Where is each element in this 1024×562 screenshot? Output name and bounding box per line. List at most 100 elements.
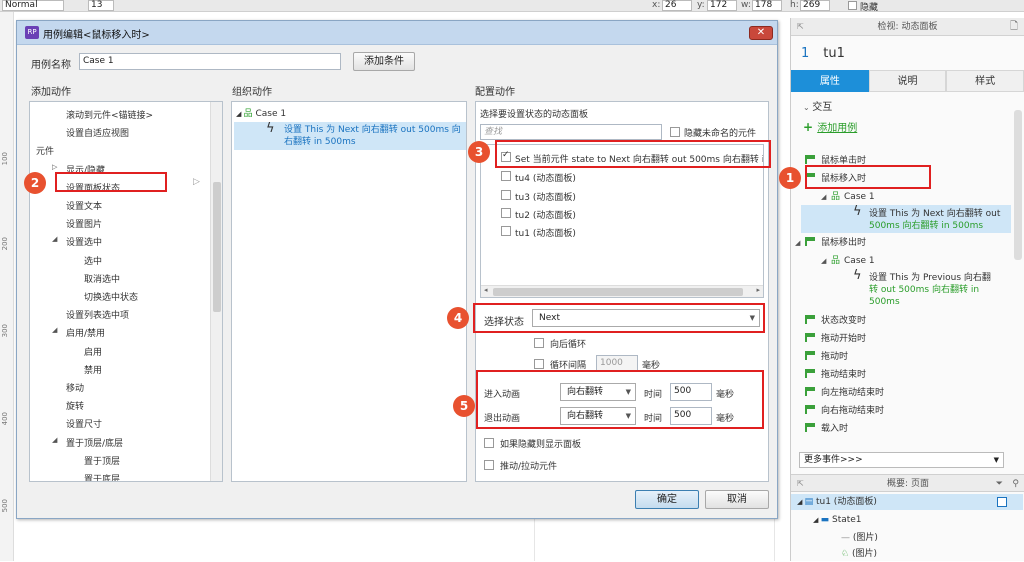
more-events-select[interactable]: 更多事件>>> ▼ [799, 452, 1004, 468]
event-drag[interactable]: 拖动时 [805, 348, 1024, 366]
panel-search-input[interactable]: 查找 [480, 124, 662, 140]
y-input[interactable]: 172 [707, 0, 737, 11]
push-pull-checkbox[interactable] [484, 460, 494, 470]
case-1-leave[interactable]: ◢ 品 Case 1 [821, 252, 1024, 270]
action-tree-item[interactable]: ◢元件 [36, 144, 54, 157]
action-tree-item[interactable]: 设置图片 [66, 217, 102, 230]
expand-icon[interactable]: ◢ [52, 326, 57, 334]
collapsed-icon[interactable]: ▷ [52, 163, 57, 171]
dialog-titlebar[interactable]: RP 用例编辑<鼠标移入时> ✕ [17, 21, 777, 45]
loop-interval-input[interactable]: 1000 [596, 355, 638, 371]
horizontal-scrollbar[interactable]: ◂ ▸ [481, 285, 763, 297]
case-name-input[interactable]: Case 1 [79, 53, 341, 70]
hide-unnamed-checkbox[interactable] [670, 127, 680, 137]
add-condition-button[interactable]: 添加条件 [353, 52, 415, 71]
action-tree-label: 设置文本 [66, 202, 103, 212]
show-if-hidden-checkbox[interactable] [484, 438, 494, 448]
outline-item-image[interactable]: — (图片) [841, 530, 878, 546]
push-pull-label: 推动/拉动元件 [500, 462, 558, 472]
action-tree-label: 置于顶层 [84, 456, 121, 467]
scroll-right-icon[interactable]: ▸ [756, 286, 760, 294]
outline-item-tu1[interactable]: ◢ ▤ tu1 (动态面板) [797, 494, 877, 510]
action-tree-item[interactable]: 滚动到元件<锚链接> [66, 108, 153, 121]
action-tree-label: 元件 [36, 147, 55, 158]
action-tree-item[interactable]: 设置文本 [66, 199, 102, 212]
event-state-change[interactable]: 状态改变时 [805, 312, 1024, 330]
case-node[interactable]: ◢ 品 Case 1 [236, 106, 286, 119]
outline-visibility-icon[interactable] [997, 497, 1007, 507]
case-tree-icon: 品 [831, 256, 841, 266]
action-tree-item[interactable]: 置于顶层 [84, 454, 120, 467]
outline-item-image[interactable]: ♘ (图片) [841, 546, 877, 562]
design-canvas[interactable] [14, 519, 790, 561]
expand-icon[interactable]: ◢ [52, 436, 57, 444]
flag-icon [805, 155, 815, 164]
hide-checkbox[interactable] [848, 1, 857, 10]
action-tree-item[interactable]: ◢ 置于顶层/底层 [52, 436, 123, 449]
action-tree-item[interactable]: 切换选中状态 [84, 290, 138, 303]
organized-action[interactable]: 设置 This 为 Next 向右翻转 out 500ms 向右翻转 in 50… [284, 124, 461, 148]
action-tree-item[interactable]: 取消选中 [84, 272, 120, 285]
event-drag-start[interactable]: 拖动开始时 [805, 330, 1024, 348]
action-tree-item[interactable]: 置于底层 [84, 472, 120, 481]
widget-name[interactable]: tu1 [823, 46, 845, 61]
close-button[interactable]: ✕ [749, 26, 773, 40]
action-tree-item[interactable]: 设置尺寸 [66, 417, 102, 430]
panel-checkbox[interactable] [501, 226, 511, 236]
action-1[interactable]: 设置 This 为 Next 向右翻转 out 500ms 向右翻转 in 500… [869, 208, 1000, 232]
action-tree-item[interactable]: 设置自适应视图 [66, 126, 129, 139]
tab-style[interactable]: 样式 [946, 70, 1024, 92]
loop-interval-checkbox[interactable] [534, 359, 544, 369]
actions-scrollbar[interactable] [210, 102, 222, 481]
outline-item-state1[interactable]: ◢ ▬ State1 [813, 512, 862, 528]
font-style-select[interactable]: Normal [2, 0, 64, 11]
action-tree-item[interactable]: 禁用 [84, 363, 102, 376]
ok-button[interactable]: 确定 [635, 490, 699, 509]
action-tree-item[interactable]: ◢ 启用/禁用 [52, 326, 105, 339]
action-tree-item[interactable]: 设置列表选中项 [66, 308, 129, 321]
action-tree-item[interactable]: 选中 [84, 254, 102, 267]
scroll-left-icon[interactable]: ◂ [484, 286, 488, 294]
search-icon[interactable]: ⚲ [1012, 475, 1019, 493]
cancel-button[interactable]: 取消 [705, 490, 769, 509]
panel-item[interactable]: tu1 (动态面板) [515, 226, 576, 239]
expand-icon[interactable]: ◢ [52, 235, 57, 243]
action-tree-item[interactable]: 启用 [84, 345, 102, 358]
panel-item[interactable]: tu4 (动态面板) [515, 171, 576, 184]
close-icon: ✕ [756, 27, 766, 38]
action-tree-item[interactable]: 旋转 [66, 399, 84, 412]
event-load[interactable]: 载入时 [805, 420, 1024, 438]
collapse-icon[interactable]: ⇱ [797, 475, 804, 493]
scroll-thumb[interactable] [493, 288, 743, 296]
w-input[interactable]: 178 [752, 0, 782, 11]
chevron-down-icon: ▼ [993, 456, 999, 464]
y-label: y: [697, 0, 705, 10]
action-2[interactable]: 设置 This 为 Previous 向右翻转 out 500ms 向右翻转 i… [869, 272, 991, 308]
page-icon[interactable]: 🗋 [1010, 18, 1018, 36]
panel-checkbox[interactable] [501, 208, 511, 218]
tab-notes[interactable]: 说明 [868, 70, 947, 92]
event-swipe-left[interactable]: 向左拖动结束时 [805, 384, 1024, 402]
event-drag-end[interactable]: 拖动结束时 [805, 366, 1024, 384]
panel-item[interactable]: tu2 (动态面板) [515, 208, 576, 221]
tab-properties[interactable]: 属性 [791, 70, 869, 92]
action-tree-item[interactable]: ◢ 设置选中 [52, 235, 102, 248]
collapse-icon[interactable]: ⇱ [797, 18, 804, 36]
scroll-thumb[interactable] [213, 182, 221, 312]
filter-icon[interactable]: ⏷ [996, 475, 1003, 493]
panel-checkbox[interactable] [501, 190, 511, 200]
x-input[interactable]: 26 [662, 0, 692, 11]
event-swipe-right[interactable]: 向右拖动结束时 [805, 402, 1024, 420]
panel-item[interactable]: tu3 (动态面板) [515, 190, 576, 203]
event-mouse-leave[interactable]: ◢ 鼠标移出时 [795, 234, 1015, 252]
h-input[interactable]: 269 [800, 0, 830, 11]
inspector-header: 检视: 动态面板 ⇱ 🗋 [791, 18, 1024, 36]
interaction-section[interactable]: ⌄ 交互 [791, 92, 1024, 113]
loop-back-checkbox[interactable] [534, 338, 544, 348]
add-case-link[interactable]: + 添加用例 [791, 113, 1024, 138]
action-tree-item[interactable]: 移动 [66, 381, 84, 394]
inspector-scrollbar[interactable] [1014, 110, 1022, 260]
case-1-enter[interactable]: ◢ 品 Case 1 [821, 188, 1024, 206]
font-size-select[interactable]: 13 [88, 0, 114, 11]
panel-checkbox[interactable] [501, 171, 511, 181]
